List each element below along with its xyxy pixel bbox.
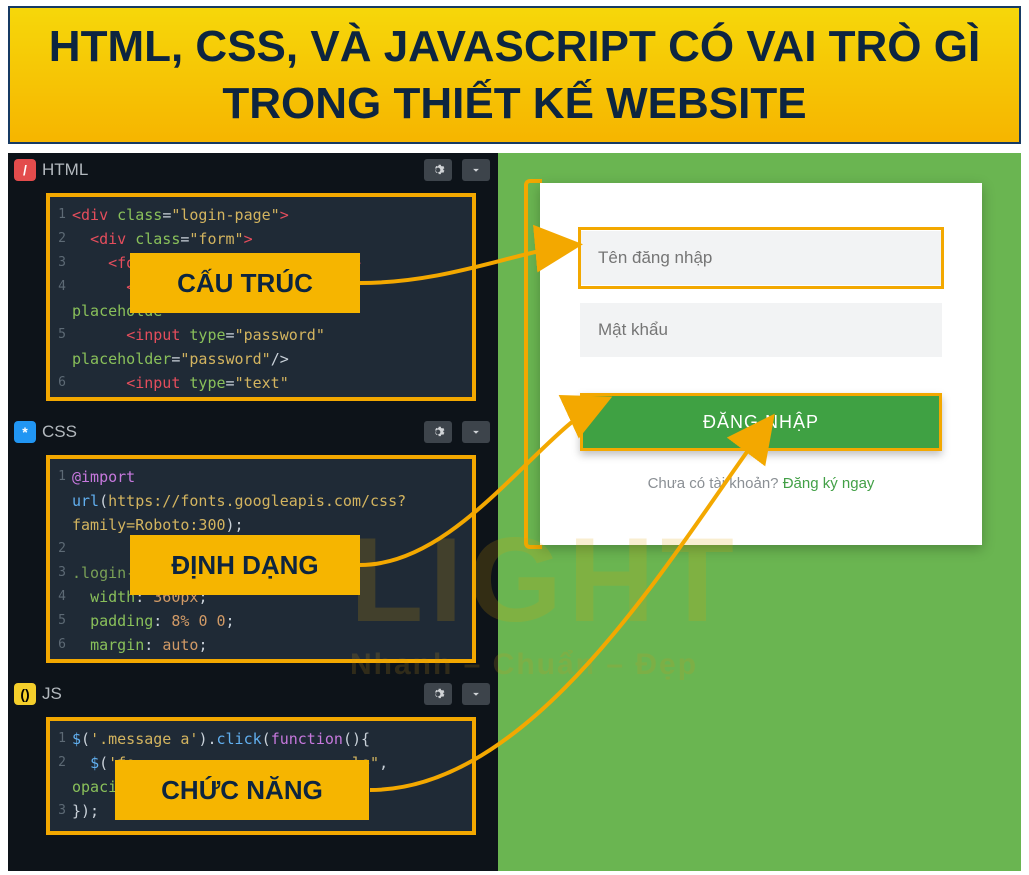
code-line: 6 <input type="text"	[50, 371, 472, 395]
code-line: url(https://fonts.googleapis.com/css?	[50, 489, 472, 513]
login-button[interactable]: ĐĂNG NHẬP	[580, 393, 942, 451]
panel-header-css: * CSS	[8, 415, 498, 449]
html-indicator-icon: /	[14, 159, 36, 181]
code-line: 2 <div class="form">	[50, 227, 472, 251]
code-line: 1@import	[50, 465, 472, 489]
css-indicator-icon: *	[14, 421, 36, 443]
code-line: 1<div class="login-page">	[50, 203, 472, 227]
panel-title-html: HTML	[42, 160, 414, 180]
password-input[interactable]	[580, 303, 942, 357]
signup-row: Chưa có tài khoản? Đăng ký ngay	[580, 475, 942, 492]
chevron-down-icon[interactable]	[462, 159, 490, 181]
preview-area: ĐĂNG NHẬP Chưa có tài khoản? Đăng ký nga…	[498, 153, 1021, 871]
username-input[interactable]	[580, 231, 942, 285]
chevron-down-icon[interactable]	[462, 421, 490, 443]
signup-prompt: Chưa có tài khoản?	[648, 475, 783, 492]
page-title: HTML, CSS, VÀ JAVASCRIPT CÓ VAI TRÒ GÌ T…	[30, 18, 999, 132]
panel-header-js: () JS	[8, 677, 498, 711]
code-line: 5 <input type="password"	[50, 323, 472, 347]
chevron-down-icon[interactable]	[462, 683, 490, 705]
gear-icon[interactable]	[424, 683, 452, 705]
code-line: 6 margin: auto;	[50, 633, 472, 657]
gear-icon[interactable]	[424, 421, 452, 443]
login-card: ĐĂNG NHẬP Chưa có tài khoản? Đăng ký nga…	[540, 183, 982, 545]
label-js: CHỨC NĂNG	[115, 760, 369, 820]
label-html: CẤU TRÚC	[130, 253, 360, 313]
label-css: ĐỊNH DẠNG	[130, 535, 360, 595]
panel-header-html: / HTML	[8, 153, 498, 187]
code-line: family=Roboto:300);	[50, 513, 472, 537]
js-indicator-icon: ()	[14, 683, 36, 705]
panel-title-css: CSS	[42, 422, 414, 442]
signup-link[interactable]: Đăng ký ngay	[783, 475, 875, 492]
code-line: 1$('.message a').click(function(){	[50, 727, 472, 751]
panel-title-js: JS	[42, 684, 414, 704]
code-line: 5 padding: 8% 0 0;	[50, 609, 472, 633]
gear-icon[interactable]	[424, 159, 452, 181]
code-line: placeholder="password"/>	[50, 347, 472, 371]
title-banner: HTML, CSS, VÀ JAVASCRIPT CÓ VAI TRÒ GÌ T…	[8, 6, 1021, 144]
